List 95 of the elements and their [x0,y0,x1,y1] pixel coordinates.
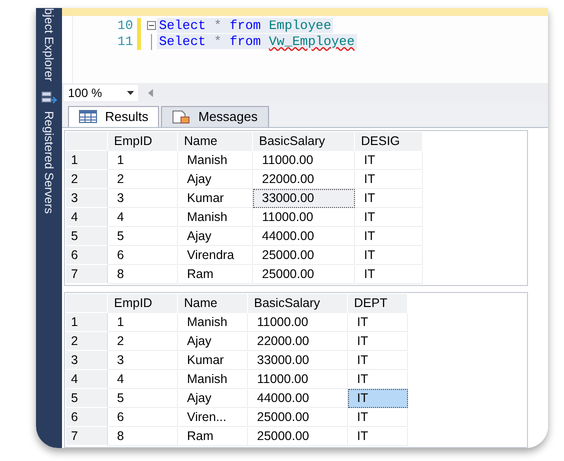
column-header[interactable]: DESIG [355,132,423,151]
table-cell: Manish [178,313,248,332]
table-cell: Ram [178,427,248,446]
column-header[interactable]: DEPT [348,294,408,313]
row-number[interactable]: 3 [66,351,108,370]
table-cell: 2 [108,332,178,351]
table-cell: 4 [108,370,178,389]
table-cell: 25000.00 [253,265,355,284]
code-token: Employee [268,18,332,34]
table-cell: Ram [178,265,253,284]
dropdown-caret-icon [127,91,134,96]
table-cell: 11000.00 [253,151,355,170]
row-number[interactable]: 2 [66,332,108,351]
table-cell: 5 [108,227,178,246]
table-cell: 6 [108,408,178,427]
table-cell: IT [348,389,408,408]
table-cell: IT [355,151,423,170]
row-number[interactable]: 1 [66,151,108,170]
table-cell: IT [355,265,423,284]
row-number[interactable]: 4 [66,208,108,227]
line-number: 11 [116,34,134,50]
document-icon [172,110,190,124]
table-cell: 22000.00 [248,332,348,351]
table-cell: Ajay [178,170,253,189]
table-cell: Ajay [178,389,248,408]
row-number[interactable]: 5 [66,227,108,246]
code-token: Select [159,34,206,50]
table-cell: 8 [108,265,178,284]
table-cell: IT [355,170,423,189]
row-number[interactable]: 3 [66,189,108,208]
code-token: Vw_Employee [268,34,355,50]
table-cell: IT [355,189,423,208]
column-header[interactable]: EmpID [108,294,178,313]
column-header[interactable]: EmpID [108,132,178,151]
row-number[interactable]: 1 [66,313,108,332]
table-cell: Ajay [178,227,253,246]
row-number[interactable]: 5 [66,389,108,408]
table-cell: Ajay [178,332,248,351]
table-cell: IT [348,313,408,332]
grid-icon [79,110,97,124]
table-cell: 25000.00 [248,427,348,446]
servers-icon [41,91,57,106]
table-cell: IT [348,332,408,351]
row-number[interactable]: 6 [66,246,108,265]
line-number: 10 [116,18,134,34]
table-cell: 1 [108,151,178,170]
table-cell: 2 [108,170,178,189]
table-cell: 44000.00 [253,227,355,246]
table-cell: 3 [108,189,178,208]
table-cell: Viren... [178,408,248,427]
table-cell: 4 [108,208,178,227]
table-cell: 11000.00 [253,208,355,227]
table-cell: Virendra [178,246,253,265]
code-token: * [214,34,222,50]
sidebar-tab[interactable]: Registered Servers [42,111,56,214]
code-token: Select [159,18,206,34]
row-number[interactable]: 2 [66,170,108,189]
scroll-left-icon[interactable] [148,89,153,98]
table-cell: IT [355,227,423,246]
table-cell: 11000.00 [248,313,348,332]
row-number[interactable]: 4 [66,370,108,389]
table-cell: 33000.00 [248,351,348,370]
table-cell: IT [348,351,408,370]
table-cell: 25000.00 [248,408,348,427]
table-cell: 25000.00 [253,246,355,265]
table-cell: 8 [108,427,178,446]
results-tab[interactable]: Messages [161,106,269,127]
table-cell: Kumar [178,351,248,370]
column-header[interactable]: Name [178,132,253,151]
table-cell: IT [355,246,423,265]
table-cell: Manish [178,208,253,227]
table-cell: 1 [108,313,178,332]
row-number[interactable]: 7 [66,427,108,446]
column-header[interactable]: Name [178,294,248,313]
table-cell: 3 [108,351,178,370]
code-token: * [214,18,222,34]
table-cell: IT [348,408,408,427]
code-token: from [230,18,261,34]
results-tab[interactable]: Results [68,106,160,127]
row-number[interactable]: 6 [66,408,108,427]
table-cell: IT [355,208,423,227]
sidebar-tab[interactable]: bject Explorer [42,8,56,82]
table-cell: 33000.00 [253,189,355,208]
row-number[interactable]: 7 [66,265,108,284]
table-cell: 6 [108,246,178,265]
code-token: from [230,34,261,50]
table-cell: Manish [178,151,253,170]
table-cell: 5 [108,389,178,408]
table-cell: 11000.00 [248,370,348,389]
zoom-dropdown[interactable]: 100 % [64,85,138,102]
table-cell: IT [348,427,408,446]
collapse-icon[interactable] [146,21,156,30]
column-header[interactable]: BasicSalary [248,294,348,313]
column-header[interactable]: BasicSalary [253,132,355,151]
table-cell: Manish [178,370,248,389]
